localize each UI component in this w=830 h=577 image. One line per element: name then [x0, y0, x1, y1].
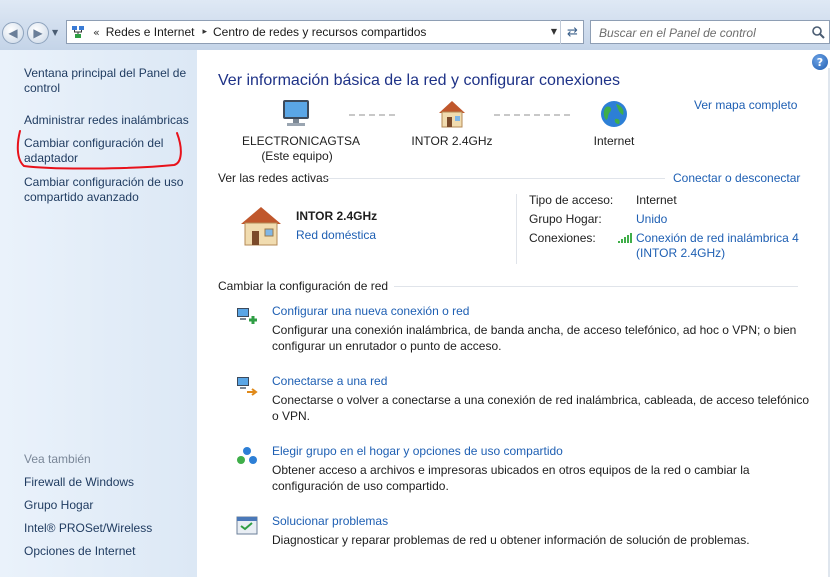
map-connector — [494, 114, 570, 116]
navigation-bar: ◀ ▶ ▼ « Redes e Internet ▸ Centro de red… — [0, 0, 830, 50]
vertical-divider — [516, 194, 517, 264]
view-full-map-link[interactable]: Ver mapa completo — [694, 98, 797, 112]
task-troubleshoot: Solucionar problemas Diagnosticar y repa… — [235, 514, 815, 554]
task-new-connection: Configurar una nueva conexión o red Conf… — [235, 304, 815, 356]
red-annotation-mark — [16, 130, 182, 170]
new-connection-description: Configurar una conexión inalámbrica, de … — [272, 323, 797, 353]
search-placeholder: Buscar en el Panel de control — [599, 26, 756, 40]
troubleshoot-description: Diagnosticar y reparar problemas de red … — [272, 533, 750, 547]
sidebar-link-homegroup[interactable]: Grupo Hogar — [24, 498, 93, 513]
sidebar-link-control-panel-home[interactable]: Ventana principal del Panel de control — [24, 66, 194, 96]
active-networks-heading: Ver las redes activas — [218, 171, 329, 185]
computer-icon — [283, 100, 309, 126]
sidebar-link-manage-wireless[interactable]: Administrar redes inalámbricas — [24, 113, 189, 128]
task-connect-network: Conectarse a una red Conectarse o volver… — [235, 374, 815, 426]
section-divider — [325, 178, 665, 179]
sidebar-link-firewall[interactable]: Firewall de Windows — [24, 475, 134, 490]
breadcrumb-overflow[interactable]: « — [93, 26, 100, 39]
wifi-signal-icon — [618, 233, 632, 243]
task-homegroup: Elegir grupo en el hogar y opciones de u… — [235, 444, 815, 496]
address-dropdown-icon[interactable]: ▼ — [551, 27, 557, 36]
refresh-button[interactable]: ⇄ — [560, 20, 584, 44]
connect-network-icon — [237, 377, 258, 396]
forward-button[interactable]: ▶ — [27, 22, 49, 44]
search-icon[interactable] — [811, 25, 825, 39]
sidebar-link-internet-options[interactable]: Opciones de Internet — [24, 544, 135, 559]
connect-disconnect-link[interactable]: Conectar o desconectar — [673, 171, 800, 185]
sidebar-link-advanced-sharing[interactable]: Cambiar configuración de uso compartido … — [24, 175, 194, 205]
active-network-name: INTOR 2.4GHz — [296, 209, 378, 223]
back-arrow-icon: ◀ — [8, 26, 18, 40]
breadcrumb-network-center[interactable]: Centro de redes y recursos compartidos — [213, 25, 426, 39]
help-icon: ? — [816, 55, 824, 69]
change-settings-heading: Cambiar la configuración de red — [218, 279, 389, 293]
recent-pages-dropdown[interactable]: ▼ — [52, 28, 58, 37]
left-task-pane: Ventana principal del Panel de control A… — [0, 50, 197, 577]
homegroup-label: Grupo Hogar: — [529, 212, 602, 226]
home-network-icon — [241, 207, 281, 246]
homegroup-value-link[interactable]: Unido — [636, 212, 667, 226]
network-center-icon — [72, 26, 84, 38]
troubleshoot-icon — [236, 516, 258, 535]
main-content: ? Ver información básica de la red y con… — [197, 50, 830, 577]
back-button[interactable]: ◀ — [2, 22, 24, 44]
homegroup-icon — [237, 447, 257, 464]
map-node-internet[interactable]: Internet — [569, 98, 659, 149]
access-type-value: Internet — [636, 193, 677, 207]
new-connection-link[interactable]: Configurar una nueva conexión o red — [272, 304, 469, 318]
search-input[interactable]: Buscar en el Panel de control — [590, 20, 830, 44]
wireless-connection-link[interactable]: Conexión de red inalámbrica 4 (INTOR 2.4… — [636, 231, 816, 261]
section-divider — [394, 286, 798, 287]
see-also-heading: Vea también — [24, 452, 91, 466]
troubleshoot-link[interactable]: Solucionar problemas — [272, 514, 388, 528]
computer-name: ELECTRONICAGTSA — [242, 134, 361, 148]
network-name: INTOR 2.4GHz — [411, 134, 493, 148]
house-icon — [439, 101, 465, 128]
connect-network-description: Conectarse o volver a conectarse a una c… — [272, 393, 809, 423]
homegroup-sharing-description: Obtener acceso a archivos e impresoras u… — [272, 463, 750, 493]
breadcrumb-separator[interactable]: ▸ — [202, 27, 207, 37]
access-type-label: Tipo de acceso: — [529, 193, 614, 207]
homegroup-sharing-link[interactable]: Elegir grupo en el hogar y opciones de u… — [272, 444, 563, 458]
page-title: Ver información básica de la red y confi… — [218, 72, 620, 89]
map-node-computer[interactable]: ELECTRONICAGTSA (Este equipo) — [242, 98, 361, 164]
map-connector — [349, 114, 395, 116]
sidebar-link-intel-proset[interactable]: Intel® PROSet/Wireless — [24, 521, 152, 536]
help-button[interactable]: ? — [812, 54, 828, 70]
computer-sublabel: (Este equipo) — [261, 149, 333, 163]
forward-arrow-icon: ▶ — [33, 26, 43, 40]
globe-icon — [601, 101, 627, 127]
network-type-link[interactable]: Red doméstica — [296, 228, 376, 242]
internet-label: Internet — [593, 134, 635, 148]
refresh-icon: ⇄ — [567, 24, 578, 40]
new-connection-icon — [237, 308, 257, 324]
address-bar[interactable]: « Redes e Internet ▸ Centro de redes y r… — [66, 20, 584, 44]
map-node-network[interactable]: INTOR 2.4GHz — [407, 98, 497, 149]
connect-network-link[interactable]: Conectarse a una red — [272, 374, 387, 388]
breadcrumb-networks[interactable]: Redes e Internet — [106, 25, 195, 39]
connections-label: Conexiones: — [529, 231, 596, 245]
